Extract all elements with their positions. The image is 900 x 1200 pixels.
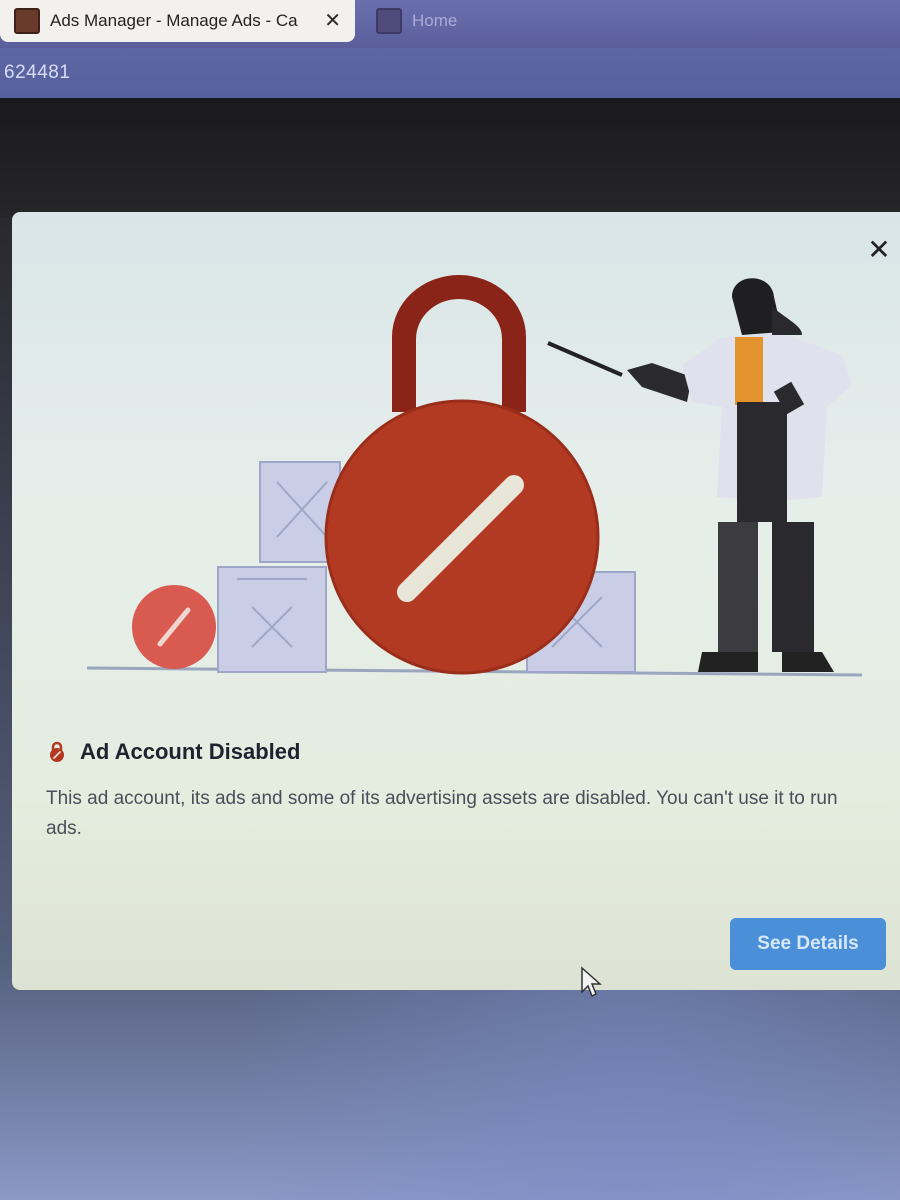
ad-account-disabled-dialog: ✕ Ad Account Disabled This ad account, i…	[12, 212, 900, 990]
close-icon[interactable]: ✕	[862, 232, 896, 266]
tab-close-icon[interactable]: ✕	[324, 11, 341, 31]
dialog-message: This ad account, its ads and some of its…	[46, 788, 838, 839]
dialog-title: Ad Account Disabled	[80, 739, 301, 764]
page-background	[0, 98, 900, 218]
lock-icon	[50, 741, 64, 762]
ads-manager-favicon-icon	[14, 8, 40, 34]
tab-ads-manager[interactable]: Ads Manager - Manage Ads - Ca ✕	[0, 0, 355, 42]
address-bar[interactable]: 624481	[0, 48, 900, 98]
pointer-stick	[547, 341, 623, 377]
tab-home[interactable]: Home	[362, 0, 662, 42]
small-disabled-icon	[132, 585, 216, 669]
browser-tab-bar: Ads Manager - Manage Ads - Ca ✕ Home	[0, 0, 900, 48]
url-text: 624481	[4, 62, 71, 83]
tab-title: Home	[412, 11, 458, 30]
see-details-button[interactable]: See Details	[730, 918, 886, 970]
dialog-title-row: Ad Account Disabled	[48, 739, 300, 765]
home-favicon-icon	[376, 8, 402, 34]
box-left-icon	[217, 566, 327, 673]
tab-title: Ads Manager - Manage Ads - Ca	[50, 11, 298, 30]
mouse-pointer-icon	[581, 966, 602, 998]
disabled-account-illustration	[86, 275, 863, 677]
big-padlock-icon	[324, 275, 600, 675]
